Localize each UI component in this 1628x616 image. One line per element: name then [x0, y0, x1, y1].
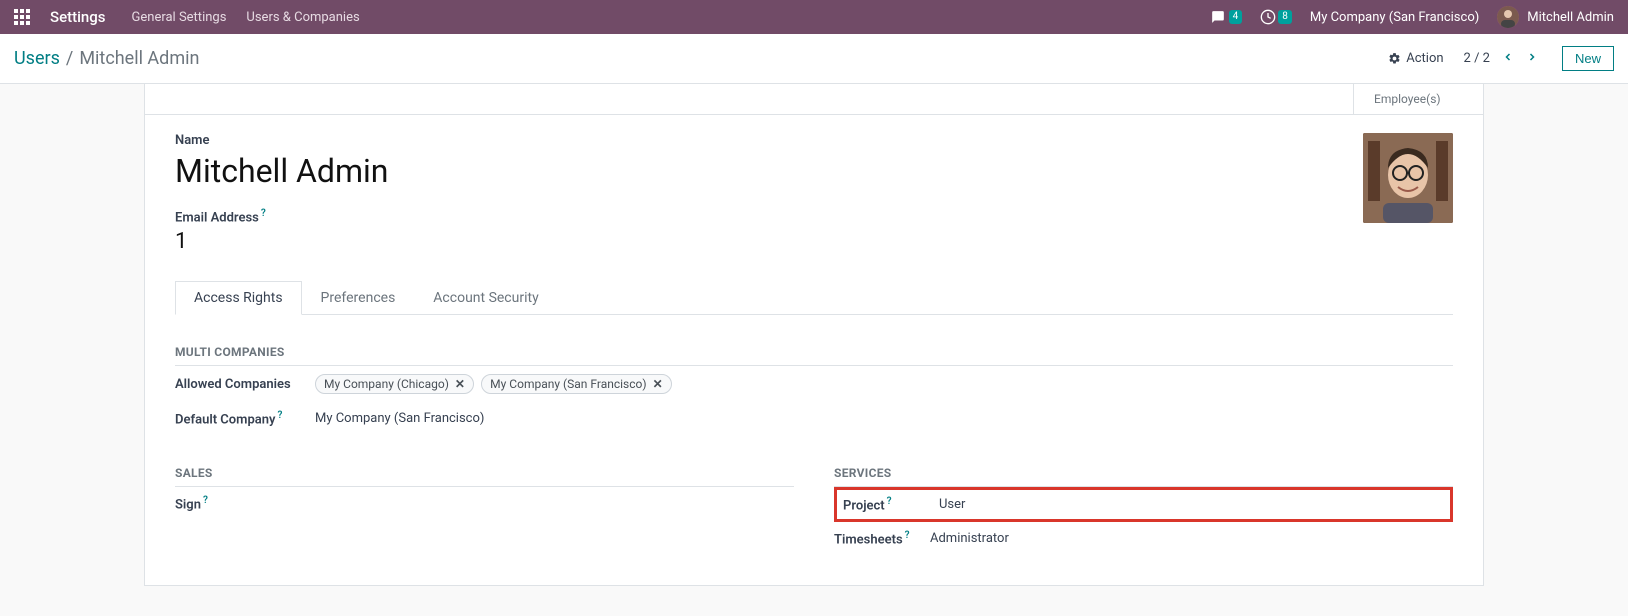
pager-prev[interactable]: [1498, 49, 1518, 69]
company-tag[interactable]: My Company (Chicago) ✕: [315, 374, 474, 394]
stat-employees-label: Employee(s): [1374, 92, 1441, 106]
timesheets-label-text: Timesheets: [834, 532, 903, 547]
action-label: Action: [1406, 51, 1443, 66]
project-label: Project?: [843, 496, 939, 513]
action-button[interactable]: Action: [1388, 51, 1443, 66]
project-label-text: Project: [843, 498, 885, 513]
breadcrumb-current: Mitchell Admin: [79, 48, 199, 69]
help-icon[interactable]: ?: [887, 496, 892, 507]
tab-preferences[interactable]: Preferences: [302, 281, 415, 315]
section-services: SERVICES: [834, 466, 1453, 487]
gear-icon: [1388, 52, 1401, 65]
activities-button[interactable]: 8: [1260, 9, 1292, 25]
company-selector[interactable]: My Company (San Francisco): [1310, 10, 1479, 25]
tab-account-security[interactable]: Account Security: [414, 281, 557, 315]
help-icon[interactable]: ?: [203, 495, 208, 506]
email-label-text: Email Address: [175, 210, 259, 225]
nav-general-settings[interactable]: General Settings: [132, 10, 227, 25]
section-sales: SALES: [175, 466, 794, 487]
chevron-right-icon: [1526, 51, 1538, 63]
user-name: Mitchell Admin: [1527, 10, 1614, 25]
form-sheet: Employee(s) Name Mitchell Admin Email Ad…: [144, 84, 1484, 586]
new-button[interactable]: New: [1562, 46, 1614, 71]
name-label: Name: [175, 133, 388, 148]
company-tag-label: My Company (San Francisco): [490, 377, 646, 391]
sign-label: Sign?: [175, 495, 315, 512]
default-company-label: Default Company?: [175, 410, 315, 427]
help-icon[interactable]: ?: [905, 530, 910, 541]
default-company-value[interactable]: My Company (San Francisco): [315, 411, 484, 426]
project-value[interactable]: User: [939, 497, 965, 512]
avatar-small: [1497, 6, 1519, 28]
highlight-project: Project? User: [834, 487, 1453, 522]
name-value[interactable]: Mitchell Admin: [175, 152, 388, 190]
avatar-large[interactable]: [1363, 133, 1453, 223]
timesheets-value[interactable]: Administrator: [930, 531, 1009, 546]
clock-icon: [1260, 9, 1276, 25]
chat-icon: [1209, 10, 1227, 24]
user-menu[interactable]: Mitchell Admin: [1497, 6, 1614, 28]
pager-text[interactable]: 2 / 2: [1464, 51, 1490, 66]
breadcrumb-separator: /: [66, 48, 73, 69]
breadcrumb: Users / Mitchell Admin: [14, 48, 199, 69]
tabs: Access Rights Preferences Account Securi…: [175, 280, 1453, 315]
timesheets-label: Timesheets?: [834, 530, 930, 547]
topbar: Settings General Settings Users & Compan…: [0, 0, 1628, 34]
company-tag[interactable]: My Company (San Francisco) ✕: [481, 374, 671, 394]
app-name[interactable]: Settings: [50, 8, 106, 26]
messages-badge: 4: [1229, 10, 1243, 24]
chevron-left-icon: [1502, 51, 1514, 63]
section-multi-companies: MULTI COMPANIES: [175, 345, 1453, 366]
company-tag-label: My Company (Chicago): [324, 377, 449, 391]
remove-tag-icon[interactable]: ✕: [653, 377, 663, 391]
email-label: Email Address?: [175, 208, 388, 225]
pager: 2 / 2: [1464, 49, 1542, 69]
breadcrumb-parent[interactable]: Users: [14, 48, 60, 69]
activities-badge: 8: [1278, 10, 1292, 24]
allowed-companies-value[interactable]: My Company (Chicago) ✕ My Company (San Fr…: [315, 374, 676, 394]
help-icon[interactable]: ?: [261, 208, 266, 219]
tab-access-rights[interactable]: Access Rights: [175, 281, 302, 315]
help-icon[interactable]: ?: [277, 410, 282, 421]
apps-icon[interactable]: [14, 9, 30, 25]
email-value[interactable]: 1: [175, 229, 388, 254]
default-company-label-text: Default Company: [175, 413, 275, 428]
stat-employees[interactable]: Employee(s): [1353, 84, 1483, 114]
messages-button[interactable]: 4: [1209, 10, 1243, 24]
nav-users-companies[interactable]: Users & Companies: [246, 10, 359, 25]
allowed-companies-label: Allowed Companies: [175, 377, 315, 392]
control-panel: Users / Mitchell Admin Action 2 / 2 New: [0, 34, 1628, 84]
remove-tag-icon[interactable]: ✕: [455, 377, 465, 391]
pager-next[interactable]: [1522, 49, 1542, 69]
sign-label-text: Sign: [175, 497, 201, 512]
